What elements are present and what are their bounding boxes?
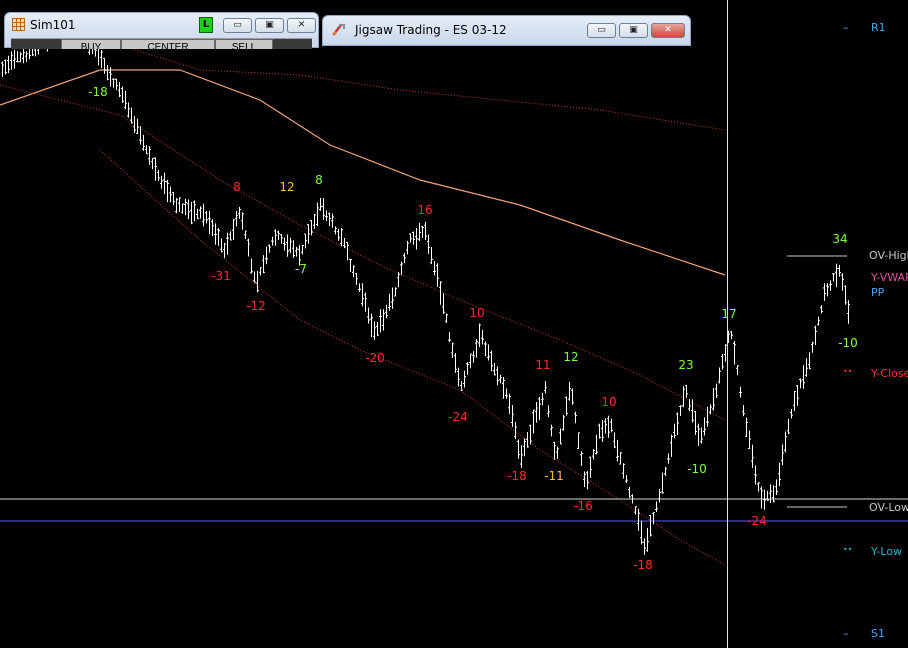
swing-label: -16 (573, 499, 593, 513)
jigsaw-logo-icon (332, 23, 345, 36)
swing-label: -18 (507, 469, 527, 483)
level-label-ov-low: OV-Low (869, 501, 908, 514)
swing-label: -20 (365, 351, 385, 365)
middle-band-line (0, 84, 726, 421)
swing-label: 34 (832, 232, 847, 246)
level-label-r1: R1 (871, 21, 886, 34)
level-label-y-vwap: Y-VWAP (871, 271, 908, 284)
swing-label: 10 (469, 306, 484, 320)
jigsaw-window[interactable]: Jigsaw Trading - ES 03-12 ▭ ▣ ✕ (322, 15, 691, 46)
swing-label: -11 (544, 469, 564, 483)
swing-label: 8 (315, 173, 323, 187)
maximize-button[interactable]: ▣ (255, 18, 284, 33)
swing-label: 17 (721, 307, 736, 321)
swing-label: -10 (687, 462, 707, 476)
level-marker-r1: – (843, 21, 849, 34)
sell-button[interactable]: SELL (215, 39, 273, 49)
swing-label: -18 (88, 85, 108, 99)
swing-label: -10 (838, 336, 858, 350)
swing-label: 8 (233, 180, 241, 194)
level-marker-y-low: •• (843, 545, 853, 554)
buy-button[interactable]: BUY (61, 39, 121, 49)
upper-band-line (119, 44, 726, 131)
close-button[interactable]: ✕ (651, 23, 685, 38)
swing-label: -24 (448, 410, 468, 424)
level-marker-s1: – (843, 627, 849, 640)
level-label-pp: PP (871, 286, 885, 299)
level-label-y-close: Y-Close (871, 367, 908, 380)
level-label-y-low: Y-Low (871, 545, 903, 558)
sim-order-button-row: BUY CENTER SELL (11, 38, 312, 49)
swing-label: -7 (295, 262, 307, 276)
level-label-s1: S1 (871, 627, 885, 640)
order-grid-icon (12, 18, 25, 31)
swing-label: 12 (563, 350, 578, 364)
level-marker-y-close: •• (843, 367, 853, 376)
swing-label: 23 (678, 358, 693, 372)
close-button[interactable]: ✕ (287, 18, 316, 33)
swing-label: -31 (211, 269, 231, 283)
level-label-ov-high: OV-High (869, 249, 908, 262)
lower-band-line (99, 149, 726, 566)
minimize-button[interactable]: ▭ (223, 18, 252, 33)
sim101-titlebar[interactable]: Sim101 L ▭ ▣ ✕ (5, 13, 318, 37)
maximize-button[interactable]: ▣ (619, 23, 648, 38)
swing-label: 11 (535, 358, 550, 372)
price-chart[interactable]: -18 8 12 8 -31 -7 -12 16 -20 10 11 12 -24 10 -18 -11 -16… (0, 0, 908, 648)
price-chart-canvas[interactable]: -18 8 12 8 -31 -7 -12 16 -20 10 11 12 -24 10 -18 -11 -16… (0, 0, 908, 648)
jigsaw-title: Jigsaw Trading - ES 03-12 (355, 23, 507, 37)
moving-average-line (0, 69, 726, 276)
swing-label: 12 (279, 180, 294, 194)
swing-label: -12 (246, 299, 266, 313)
swing-label: 10 (601, 395, 616, 409)
sim101-window[interactable]: Sim101 L ▭ ▣ ✕ BUY CENTER SELL (4, 12, 319, 49)
swing-label: -24 (747, 514, 767, 528)
center-button[interactable]: CENTER (121, 39, 215, 49)
jigsaw-titlebar[interactable]: Jigsaw Trading - ES 03-12 ▭ ▣ ✕ (323, 16, 690, 40)
sim101-title: Sim101 (30, 18, 76, 32)
swing-label: 16 (417, 203, 432, 217)
minimize-button[interactable]: ▭ (587, 23, 616, 38)
sim-live-indicator: L (199, 17, 213, 33)
swing-label: -18 (633, 558, 653, 572)
